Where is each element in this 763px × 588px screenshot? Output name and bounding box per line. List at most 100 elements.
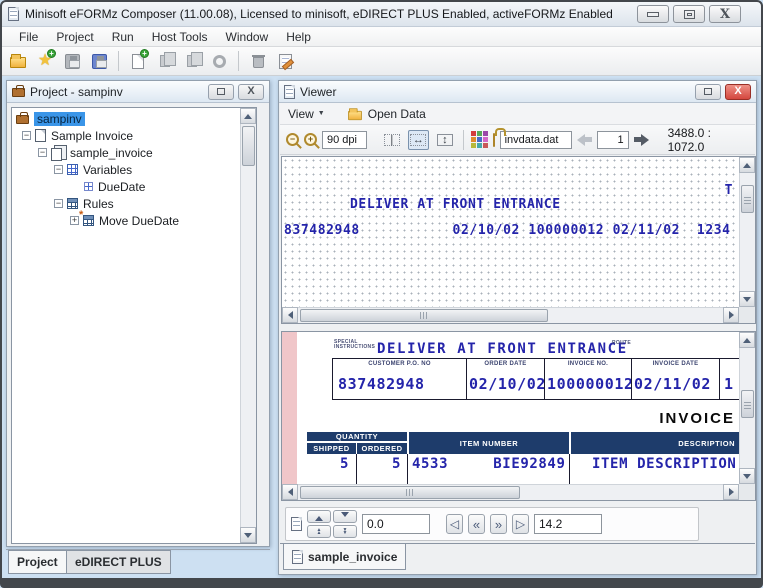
horizontal-position-input[interactable]: 14.2 [534,514,602,534]
triangle-up-icon [244,110,252,119]
delete-button[interactable] [248,51,268,71]
new-project-button[interactable]: ★ + [35,49,56,71]
scrollbar-thumb[interactable] [300,486,520,499]
maximize-button[interactable] [673,5,705,23]
project-close-button[interactable]: X [238,83,264,100]
tree-item-rules[interactable]: − Rules [54,195,114,212]
menu-run[interactable]: Run [103,30,143,44]
tab-sample-invoice[interactable]: sample_invoice [283,544,407,570]
scroll-down-button[interactable] [739,291,755,307]
save-button[interactable] [62,51,82,71]
jump-left-button[interactable]: « [468,514,485,534]
nudge-up-button[interactable] [307,510,331,523]
triangle-up-icon [743,334,751,343]
step-left-button[interactable]: ◁ [446,514,463,534]
form-vertical-scrollbar[interactable] [739,332,755,484]
form-horizontal-scrollbar[interactable] [282,484,739,500]
viewer-title-bar[interactable]: Viewer X [279,81,756,103]
scroll-right-button[interactable] [723,307,739,323]
zoom-in-button[interactable]: + [304,133,317,146]
step-right-button[interactable]: ▷ [512,514,529,534]
tree-item-sample-invoice-form[interactable]: − sample_invoice [38,144,153,161]
scroll-up-button[interactable] [739,157,755,173]
form-col-customer-po: CUSTOMER P.O. NO 837482948 [332,359,466,399]
view-mode-vertical-button[interactable]: ↕ [434,130,456,150]
vertical-position-input[interactable]: 0.0 [362,514,430,534]
previous-page-button[interactable] [577,133,593,146]
scrollbar-thumb[interactable] [242,126,255,166]
scroll-up-button[interactable] [240,108,256,124]
raw-data-pane[interactable]: T DELIVER AT FRONT ENTRANCE 837482948 02… [281,156,756,324]
tree-vertical-scrollbar[interactable] [240,108,256,543]
column-value: 02/11/02 [634,375,712,393]
tab-edirect-plus[interactable]: eDIRECT PLUS [66,550,171,574]
project-tree[interactable]: sampinv − Sample Invoice − sample_invoic… [11,107,257,544]
paste-button[interactable] [182,51,203,71]
viewer-close-button[interactable]: X [725,83,751,100]
scroll-down-button[interactable] [240,527,256,543]
collapse-expander[interactable]: − [38,148,47,157]
tree-item-variables[interactable]: − Variables [54,161,132,178]
project-restore-button[interactable] [208,83,234,100]
save-all-button[interactable] [89,51,109,71]
tree-item-sampinv[interactable]: sampinv [16,110,85,127]
open-project-button[interactable] [8,51,28,71]
scrollbar-thumb[interactable] [741,185,754,213]
refresh-button[interactable] [209,51,229,71]
zoom-out-button[interactable]: − [286,133,299,146]
page-number-input[interactable]: 1 [597,130,629,149]
raw-vertical-scrollbar[interactable] [739,157,755,307]
tab-project[interactable]: Project [8,550,67,574]
tree-item-move-duedate[interactable]: + Move DueDate [70,209,179,229]
scroll-left-button[interactable] [282,484,298,500]
expand-expander[interactable]: + [70,216,79,225]
raw-horizontal-scrollbar[interactable] [282,307,739,323]
thumb-grip [744,399,751,409]
minimize-button[interactable] [637,5,669,23]
tree-item-sample-invoice[interactable]: − Sample Invoice [22,127,133,144]
next-page-button[interactable] [633,133,649,146]
scroll-left-button[interactable] [282,307,298,323]
lock-button[interactable] [492,132,495,147]
raw-line-deliver: DELIVER AT FRONT ENTRANCE [350,197,561,212]
nudge-down-button[interactable] [333,510,357,523]
dpi-input[interactable]: 90 dpi [322,130,368,149]
scroll-down-button[interactable] [739,468,755,484]
collapse-expander[interactable]: − [22,131,31,140]
menu-host-tools[interactable]: Host Tools [143,30,217,44]
collapse-expander[interactable]: − [54,165,63,174]
scroll-up-button[interactable] [739,332,755,348]
scrollbar-thumb[interactable] [300,309,548,322]
triangle-down-icon [341,512,349,521]
app-icon [8,7,19,21]
color-map-button[interactable] [470,131,488,148]
project-frame-title-bar[interactable]: Project - sampinv X [7,81,269,103]
page-up-button[interactable]: ▲ ▲ [307,525,331,538]
view-menu[interactable]: View ▼ [288,107,325,121]
scrollbar-thumb[interactable] [741,390,754,418]
menu-file[interactable]: File [10,30,47,44]
new-form-button[interactable]: + [128,49,149,71]
menu-help[interactable]: Help [277,30,320,44]
close-button[interactable]: X [709,5,741,23]
menu-project[interactable]: Project [47,30,102,44]
scroll-right-button[interactable] [723,484,739,500]
raw-data-canvas[interactable]: T DELIVER AT FRONT ENTRANCE 837482948 02… [282,157,739,307]
copy-button[interactable] [155,51,176,71]
page-down-button[interactable]: ▼ ▼ [333,525,357,538]
collapse-expander[interactable]: − [54,199,63,208]
jump-right-button[interactable]: » [490,514,507,534]
form-preview-pane[interactable]: SPECIAL INSTRUCTIONS DELIVER AT FRONT EN… [281,331,756,501]
tree-item-label: Sample Invoice [51,128,134,143]
properties-button[interactable] [275,51,295,71]
menu-window[interactable]: Window [217,30,278,44]
form-canvas[interactable]: SPECIAL INSTRUCTIONS DELIVER AT FRONT EN… [282,332,739,484]
column-label: INVOICE DATE [652,361,699,367]
triangle-right-icon [728,311,738,319]
open-data-button[interactable]: Open Data [347,107,426,121]
tree-item-duedate[interactable]: DueDate [84,178,145,195]
viewer-restore-button[interactable] [695,83,721,100]
data-file-input[interactable]: invdata.dat [499,130,573,149]
view-mode-cursor-button[interactable]: | [381,130,403,150]
view-mode-horizontal-button[interactable]: ↔ [407,129,430,150]
